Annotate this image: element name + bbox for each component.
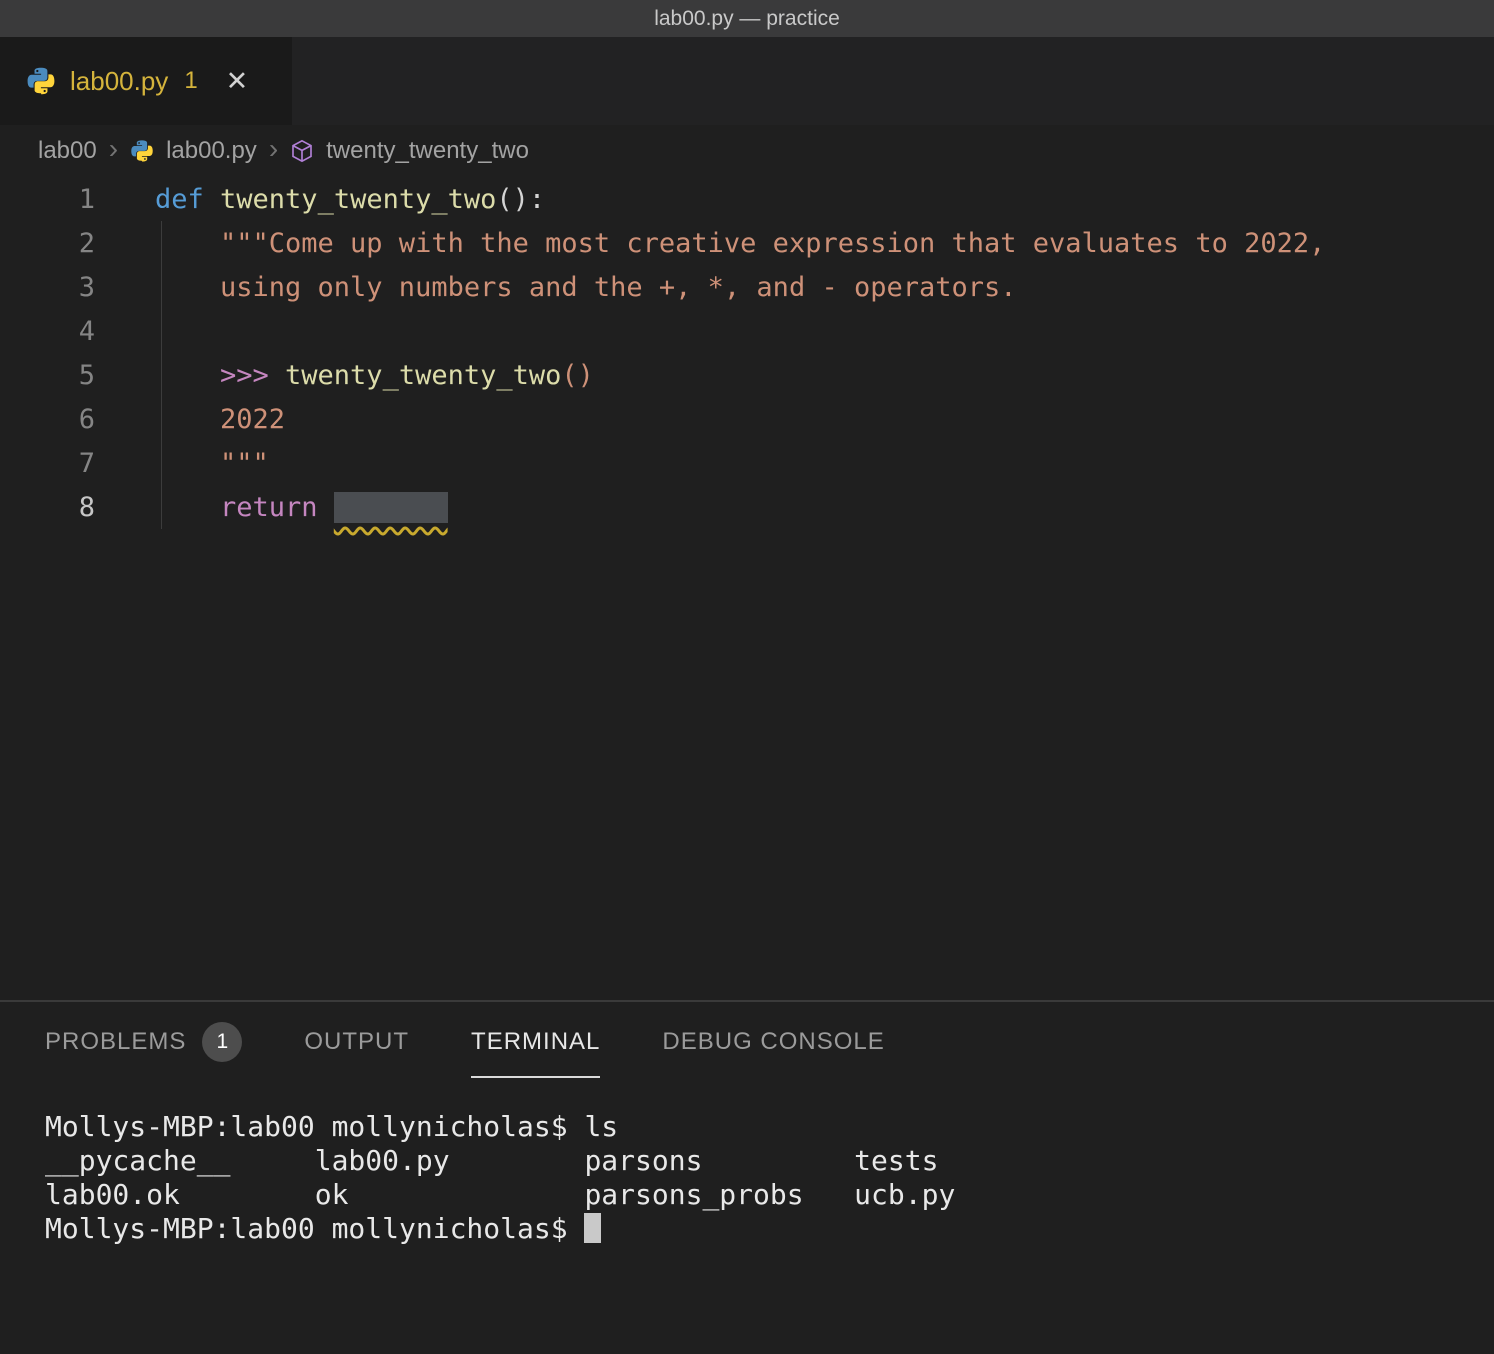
- line-number[interactable]: 8: [0, 492, 95, 523]
- editor-line-2[interactable]: 2"""Come up with the most creative expre…: [0, 221, 1494, 265]
- panel-tab-label: PROBLEMS: [45, 1028, 186, 1056]
- panel-tabs: PROBLEMS 1 OUTPUT TERMINAL DEBUG CONSOLE: [0, 1002, 1494, 1082]
- indent-guide: [161, 221, 162, 529]
- editor-line-5[interactable]: 5>>> twenty_twenty_two(): [0, 353, 1494, 397]
- problems-count-badge: 1: [202, 1022, 242, 1062]
- bottom-panel: PROBLEMS 1 OUTPUT TERMINAL DEBUG CONSOLE Mol…: [0, 1000, 1494, 1354]
- symbol-namespace-icon: [290, 139, 314, 163]
- editor-line-7[interactable]: 7""": [0, 441, 1494, 485]
- breadcrumb-symbol[interactable]: twenty_twenty_two: [326, 137, 529, 165]
- line-number[interactable]: 7: [0, 448, 95, 479]
- tab-filename: lab00.py: [70, 66, 168, 97]
- panel-tab-label: DEBUG CONSOLE: [662, 1028, 884, 1056]
- line-number[interactable]: 2: [0, 228, 95, 259]
- line-number[interactable]: 1: [0, 184, 95, 215]
- line-number[interactable]: 3: [0, 272, 95, 303]
- close-icon[interactable]: ✕: [226, 68, 249, 95]
- panel-tab-output[interactable]: OUTPUT: [304, 1002, 409, 1082]
- breadcrumb-file[interactable]: lab00.py: [166, 137, 257, 165]
- panel-tab-label: TERMINAL: [471, 1028, 600, 1056]
- editor-line-6[interactable]: 62022: [0, 397, 1494, 441]
- terminal-text: Mollys-MBP:lab00 mollynicholas$ ls __pyc…: [45, 1110, 1494, 1246]
- code-text[interactable]: return: [95, 492, 448, 523]
- panel-tab-terminal[interactable]: TERMINAL: [471, 1002, 600, 1082]
- code-text[interactable]: def twenty_twenty_two():: [95, 184, 545, 215]
- code-text[interactable]: 2022: [95, 404, 285, 435]
- line-number[interactable]: 6: [0, 404, 95, 435]
- editor-line-4[interactable]: 4: [0, 309, 1494, 353]
- window-title: lab00.py — practice: [654, 7, 840, 31]
- editor-lines: 1def twenty_twenty_two():2"""Come up wit…: [0, 177, 1494, 529]
- breadcrumb: lab00 › lab00.py › twenty_twenty_two: [0, 125, 1494, 177]
- selection-warning-squiggle: [334, 492, 448, 523]
- breadcrumb-folder[interactable]: lab00: [38, 137, 97, 165]
- panel-tab-debug-console[interactable]: DEBUG CONSOLE: [662, 1002, 884, 1082]
- code-text[interactable]: """: [95, 448, 269, 479]
- line-number[interactable]: 5: [0, 360, 95, 391]
- editor-line-8[interactable]: 8return: [0, 485, 1494, 529]
- editor-line-3[interactable]: 3using only numbers and the +, *, and - …: [0, 265, 1494, 309]
- terminal-content[interactable]: Mollys-MBP:lab00 mollynicholas$ ls __pyc…: [0, 1082, 1494, 1246]
- python-icon: [130, 139, 154, 163]
- window-titlebar: lab00.py — practice: [0, 0, 1494, 37]
- code-text[interactable]: """Come up with the most creative expres…: [95, 228, 1325, 259]
- code-text[interactable]: using only numbers and the +, *, and - o…: [95, 272, 1017, 303]
- python-icon: [26, 66, 56, 96]
- code-text[interactable]: >>> twenty_twenty_two(): [95, 360, 594, 391]
- chevron-right-icon: ›: [109, 135, 118, 163]
- line-number[interactable]: 4: [0, 316, 95, 347]
- terminal-cursor: [584, 1213, 601, 1243]
- editor-line-1[interactable]: 1def twenty_twenty_two():: [0, 177, 1494, 221]
- editor-tab-strip: lab00.py 1 ✕: [0, 37, 1494, 125]
- chevron-right-icon: ›: [269, 135, 278, 163]
- tab-lab00-py[interactable]: lab00.py 1 ✕: [0, 37, 292, 125]
- panel-tab-problems[interactable]: PROBLEMS 1: [45, 1002, 242, 1082]
- code-editor[interactable]: 1def twenty_twenty_two():2"""Come up wit…: [0, 177, 1494, 1000]
- panel-tab-label: OUTPUT: [304, 1028, 409, 1056]
- tab-problems-badge: 1: [184, 67, 197, 95]
